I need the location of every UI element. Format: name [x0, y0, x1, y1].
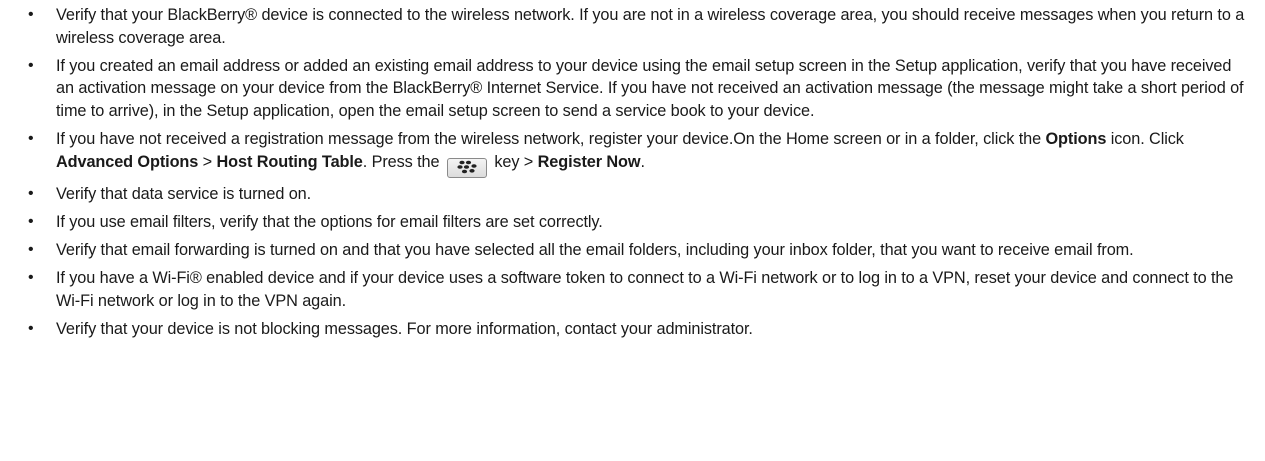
list-item: • If you created an email address or add…	[0, 55, 1265, 123]
item-text: >	[198, 152, 217, 171]
item-text: key >	[489, 152, 538, 171]
list-item: • Verify that your BlackBerry® device is…	[0, 4, 1265, 49]
troubleshooting-page: • Verify that your BlackBerry® device is…	[0, 0, 1265, 461]
bullet: •	[28, 185, 34, 203]
advanced-options-label: Advanced Options	[56, 152, 199, 171]
host-routing-table-label: Host Routing Table	[216, 152, 363, 171]
list-item: • Verify that your device is not blockin…	[0, 318, 1265, 341]
troubleshooting-list: • Verify that your BlackBerry® device is…	[0, 4, 1265, 341]
list-item: • Verify that email forwarding is turned…	[0, 239, 1265, 262]
item-text: Verify that email forwarding is turned o…	[56, 241, 1134, 260]
item-text: If you use email filters, verify that th…	[56, 213, 603, 232]
item-text: . Press the	[362, 152, 444, 171]
list-item: • Verify that data service is turned on.	[0, 183, 1265, 206]
item-text: If you have not received a registration …	[56, 129, 1046, 148]
bullet: •	[28, 320, 34, 338]
bullet: •	[28, 56, 34, 74]
blackberry-menu-key-icon	[446, 157, 487, 178]
item-text: Verify that data service is turned on.	[56, 185, 312, 204]
item-text: If you have a Wi-Fi® enabled device and …	[56, 269, 1234, 310]
list-item: • If you have not received a registratio…	[0, 128, 1265, 178]
bullet: •	[28, 213, 34, 231]
list-item: • If you have a Wi-Fi® enabled device an…	[0, 267, 1265, 312]
bullet: •	[28, 6, 34, 23]
register-now-label: Register Now	[537, 152, 641, 171]
item-text: .	[640, 152, 645, 171]
bullet: •	[28, 269, 34, 287]
bullet: •	[28, 241, 34, 259]
bullet: •	[28, 129, 34, 147]
item-text: icon. Click	[1106, 129, 1184, 148]
item-text: Verify that your BlackBerry® device is c…	[56, 6, 1245, 47]
list-item: • If you use email filters, verify that …	[0, 211, 1265, 234]
options-label: Options	[1045, 129, 1107, 148]
item-text: Verify that your device is not blocking …	[56, 320, 753, 339]
item-text: If you created an email address or added…	[56, 56, 1244, 120]
